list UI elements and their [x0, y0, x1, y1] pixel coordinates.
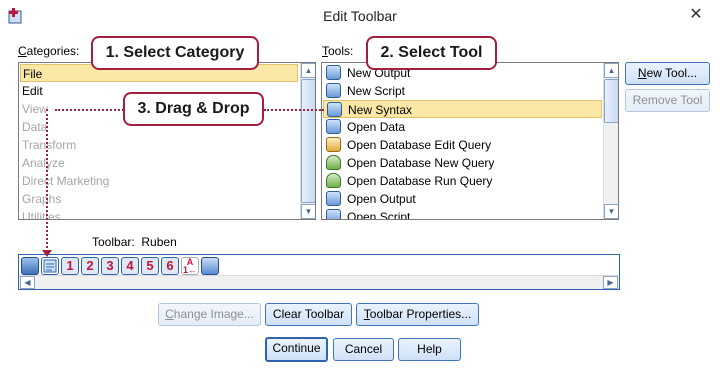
database-new-icon: [326, 155, 341, 170]
window-title: Edit Toolbar: [323, 8, 397, 24]
toolbar-name-label: Toolbar: Ruben: [92, 235, 177, 249]
toolbar-preview[interactable]: 123456 A 1← ◀ ▶: [18, 254, 620, 290]
drag-path-vertical: [46, 109, 48, 252]
script-icon: [326, 83, 341, 98]
tools-list[interactable]: New Output New Script New Syntax Open Data O…: [321, 62, 619, 220]
close-icon[interactable]: ✕: [686, 5, 706, 25]
help-button[interactable]: Help: [398, 338, 461, 361]
data-icon: [326, 119, 341, 134]
toolbar-name-value: Ruben: [141, 235, 177, 249]
tool-item[interactable]: Open Database New Query: [323, 154, 602, 172]
step3-callout: 3. Drag & Drop: [123, 92, 264, 126]
categories-label: Categories:: [18, 44, 80, 58]
save-icon[interactable]: [21, 257, 39, 275]
tool-item-label: Open Data: [347, 120, 406, 134]
step1-callout: 1. Select Category: [91, 36, 259, 70]
tool-item-label: Open Output: [347, 192, 416, 206]
category-item: Direct Marketing: [22, 174, 110, 188]
title-bar: Edit Toolbar ✕: [0, 0, 720, 32]
number-2-icon[interactable]: 2: [81, 257, 99, 275]
scroll-down-icon[interactable]: ▼: [301, 204, 315, 219]
output-icon: [326, 191, 341, 206]
tool-item-label: Open Script: [347, 210, 411, 220]
sort-icon[interactable]: A 1←: [181, 257, 199, 275]
category-item: Analyze: [22, 156, 65, 170]
step2-callout: 2. Select Tool: [366, 36, 497, 70]
category-item: Utilities: [22, 210, 61, 220]
tool-item[interactable]: Open Data: [323, 118, 602, 136]
tool-item[interactable]: Open Output: [323, 190, 602, 208]
tool-item-label: Open Database Edit Query: [347, 138, 492, 152]
scroll-thumb[interactable]: [301, 79, 315, 203]
categories-list[interactable]: File Edit View Data Transform Analyze Direct M…: [18, 62, 316, 220]
tool-item-label: New Script: [347, 84, 406, 98]
number-1-icon[interactable]: 1: [61, 257, 79, 275]
categories-scrollbar[interactable]: ▲ ▼: [300, 63, 315, 219]
tools-label: Tools:: [322, 44, 354, 58]
tool-item[interactable]: New Syntax: [323, 100, 602, 118]
toolbar-properties-button[interactable]: Toolbar Properties...: [356, 303, 479, 326]
cancel-button[interactable]: Cancel: [333, 338, 394, 361]
tool-item[interactable]: New Script: [323, 82, 602, 100]
drag-path-horizontal-right: [264, 109, 324, 111]
tool-item[interactable]: Open Database Edit Query: [323, 136, 602, 154]
database-edit-icon: [326, 137, 341, 152]
category-item: Transform: [22, 138, 77, 152]
scroll-up-icon[interactable]: ▲: [301, 63, 315, 78]
tool-item[interactable]: Open Script: [323, 208, 602, 220]
data-editor-icon[interactable]: [201, 257, 219, 275]
scroll-right-icon[interactable]: ▶: [603, 276, 618, 289]
syntax-icon[interactable]: [41, 257, 59, 275]
clear-toolbar-button[interactable]: Clear Toolbar: [265, 303, 352, 326]
scroll-down-icon[interactable]: ▼: [604, 204, 618, 219]
change-image-button[interactable]: Change Image...: [158, 303, 261, 326]
tools-scrollbar[interactable]: ▲ ▼: [603, 63, 618, 219]
output-icon: [326, 65, 341, 80]
scroll-up-icon[interactable]: ▲: [604, 63, 618, 78]
database-run-icon: [326, 173, 341, 188]
number-5-icon[interactable]: 5: [141, 257, 159, 275]
number-4-icon[interactable]: 4: [121, 257, 139, 275]
syntax-icon: [327, 102, 342, 117]
tool-item-label: Open Database New Query: [347, 156, 495, 170]
number-6-icon[interactable]: 6: [161, 257, 179, 275]
category-item: Graphs: [22, 192, 62, 206]
drag-path-horizontal-left: [55, 109, 124, 111]
script-icon: [326, 209, 341, 219]
number-3-icon[interactable]: 3: [101, 257, 119, 275]
new-tool-button[interactable]: New Tool...: [625, 62, 710, 85]
continue-button[interactable]: Continue: [265, 337, 328, 362]
toolbar-scrollbar[interactable]: ◀ ▶: [19, 275, 619, 289]
scroll-left-icon[interactable]: ◀: [20, 276, 35, 289]
tool-item[interactable]: Open Database Run Query: [323, 172, 602, 190]
drag-arrow-icon: [42, 250, 52, 257]
tool-item-label: Open Database Run Query: [347, 174, 493, 188]
tool-item-label: New Syntax: [348, 103, 413, 117]
scroll-thumb[interactable]: [604, 79, 618, 123]
remove-tool-button[interactable]: Remove Tool: [625, 89, 710, 112]
